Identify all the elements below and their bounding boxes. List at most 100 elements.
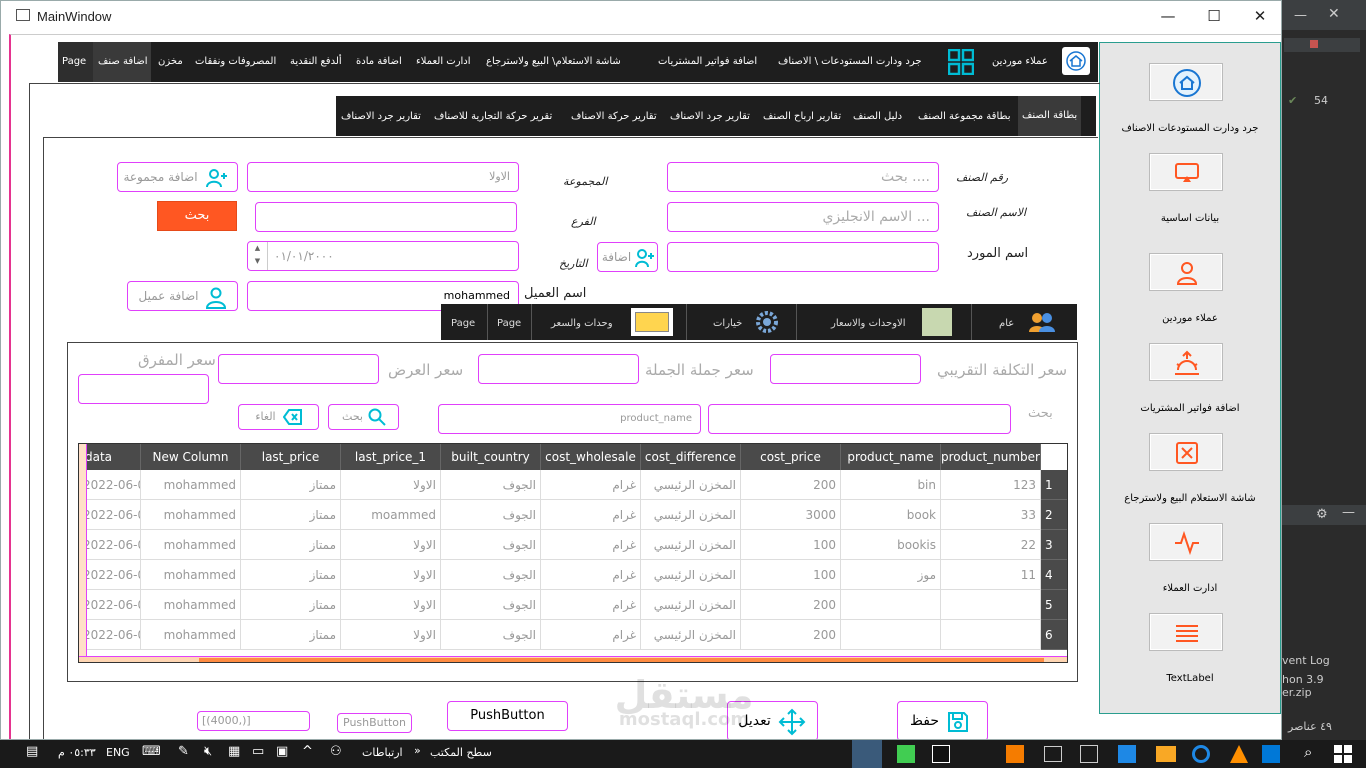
tab-options[interactable]: خيارات — [713, 318, 742, 329]
table-cell[interactable]: 2022-06-09 — [79, 590, 141, 620]
gear-icon[interactable]: ⚙ — [1316, 507, 1328, 522]
subnav-item-guide[interactable]: دليل الصنف — [853, 111, 902, 122]
table-cell[interactable]: 22 — [941, 530, 1041, 560]
ide-minimize-icon[interactable]: — — [1294, 8, 1307, 23]
table-cell[interactable]: 123 — [941, 470, 1041, 500]
table-cell[interactable]: الاولا — [341, 620, 441, 650]
chevron-up-icon[interactable]: ^ — [302, 744, 313, 759]
store-icon[interactable] — [1080, 745, 1098, 763]
wholesale-input[interactable] — [478, 354, 639, 384]
table-cell[interactable]: الجوف — [441, 530, 541, 560]
push-button-2[interactable]: PushButton — [337, 713, 412, 733]
sidebar-item-customers[interactable] — [1149, 523, 1223, 561]
table-cell[interactable]: mohammed — [141, 470, 241, 500]
table-cell[interactable]: 33 — [941, 500, 1041, 530]
subnav-item-inventory-report-2[interactable]: تقارير جرد الاصناف — [341, 111, 421, 122]
row-number[interactable]: 6 — [1041, 620, 1067, 650]
sublime-icon[interactable] — [1006, 745, 1024, 763]
table-cell[interactable]: غرام — [541, 500, 641, 530]
row-number[interactable]: 3 — [1041, 530, 1067, 560]
start-icon[interactable] — [1334, 745, 1352, 763]
people-icon[interactable]: ⚇ — [330, 744, 342, 759]
table-cell[interactable]: الجوف — [441, 470, 541, 500]
sidebar-item-query-sales[interactable] — [1149, 433, 1223, 471]
topnav-item-purchase-invoices[interactable]: اضافة فواتير المشتريات — [658, 56, 757, 67]
vlc-icon[interactable] — [1230, 745, 1248, 763]
table-cell[interactable]: mohammed — [141, 590, 241, 620]
event-log-label[interactable]: vent Log — [1282, 654, 1330, 667]
table-cell[interactable]: ممتاز — [241, 560, 341, 590]
retail-input[interactable] — [78, 374, 209, 404]
table-cell[interactable]: ممتاز — [241, 620, 341, 650]
table-cell[interactable]: ممتاز — [241, 530, 341, 560]
table-cell[interactable]: الاولا — [341, 470, 441, 500]
table-cell[interactable]: mohammed — [141, 560, 241, 590]
sidebar-item-purchases[interactable] — [1149, 343, 1223, 381]
table-cell[interactable]: ممتاز — [241, 500, 341, 530]
table-cell[interactable]: ممتاز — [241, 590, 341, 620]
horizontal-scrollbar[interactable] — [79, 656, 1067, 662]
column-header[interactable]: cost_wholesale — [541, 444, 641, 470]
close-button[interactable]: ✕ — [1237, 5, 1281, 27]
network-icon[interactable]: ▦ — [228, 744, 240, 759]
maximize-button[interactable]: ☐ — [1191, 5, 1237, 27]
table-row[interactable]: 123 bin 200 المخزن الرئيسي غرام الجوف الاولا مم… — [79, 470, 1067, 500]
approx-cost-input[interactable] — [770, 354, 921, 384]
table-cell[interactable]: 200 — [741, 470, 841, 500]
add-customer-button[interactable]: اضافة عميل — [127, 281, 238, 311]
item-name-input[interactable]: الاسم الانجليزي ... — [667, 202, 939, 232]
column-header[interactable]: data — [79, 444, 141, 470]
tab-units-and-price[interactable]: وحدات والسعر — [551, 318, 613, 329]
sidebar-item-inventory[interactable] — [1149, 63, 1223, 101]
table-cell[interactable]: المخزن الرئيسي — [641, 530, 741, 560]
topnav-item-query-sales[interactable]: شاشة الاستعلام\ البيع ولاسترجاع — [486, 56, 621, 67]
column-header[interactable]: last_price — [241, 444, 341, 470]
table-row[interactable]: 200 المخزن الرئيسي غرام الجوف الاولا ممتاز moh… — [79, 590, 1067, 620]
add-group-button[interactable]: اضافة مجموعة — [117, 162, 238, 192]
pen-icon[interactable]: ✎ — [178, 744, 189, 759]
column-header[interactable]: cost_price — [741, 444, 841, 470]
table-cell[interactable]: غرام — [541, 590, 641, 620]
minimize-button[interactable]: — — [1145, 5, 1191, 27]
topnav-item-clients-suppliers[interactable]: عملاء موردين — [992, 56, 1048, 67]
notification-icon[interactable]: ▤ — [26, 744, 38, 759]
add-button[interactable]: اضافة — [597, 242, 658, 272]
sidebar-item-textlabel[interactable] — [1149, 613, 1223, 651]
topnav-item-add-material[interactable]: اضافة مادة — [356, 56, 402, 67]
language-indicator[interactable]: ENG — [106, 746, 130, 759]
table-cell[interactable]: الاولا — [341, 560, 441, 590]
tab-page-1[interactable]: Page — [497, 318, 521, 329]
tab-page-2[interactable]: Page — [451, 318, 475, 329]
table-cell[interactable]: 2022-06-09 — [79, 560, 141, 590]
offer-input[interactable] — [218, 354, 379, 384]
security-icon[interactable]: ▣ — [276, 744, 288, 759]
clock[interactable]: ٠٥:٣٣ م — [58, 746, 96, 759]
table-row[interactable]: 33 book 3000 المخزن الرئيسي غرام الجوف moammed… — [79, 500, 1067, 530]
table-cell[interactable]: bin — [841, 470, 941, 500]
branch-input[interactable] — [255, 202, 517, 232]
table-cell[interactable]: 200 — [741, 620, 841, 650]
table-cell[interactable]: book — [841, 500, 941, 530]
table-cell[interactable]: المخزن الرئيسي — [641, 620, 741, 650]
table-cell[interactable]: المخزن الرئيسي — [641, 590, 741, 620]
table-cell[interactable]: غرام — [541, 530, 641, 560]
pycharm-icon[interactable] — [932, 745, 950, 763]
table-cell[interactable]: الاولا — [341, 530, 441, 560]
title-bar[interactable]: MainWindow — ☐ ✕ — [1, 1, 1281, 32]
tab-units-prices[interactable]: الاوحدات والاسعار — [831, 318, 906, 329]
subnav-item-group-card[interactable]: بطاقة مجموعة الصنف — [918, 111, 1011, 122]
table-row[interactable]: 22 bookis 100 المخزن الرئيسي غرام الجوف الاولا… — [79, 530, 1067, 560]
links-toolbar[interactable]: ارتباطات — [362, 746, 403, 759]
edge-icon[interactable] — [1192, 745, 1210, 763]
topnav-item-inventory[interactable]: جرد ودارت المستودعات \ الاصناف — [778, 56, 922, 67]
topnav-item-expenses[interactable]: المصروفات ونفقات — [195, 56, 276, 67]
vertical-scrollbar[interactable] — [79, 444, 87, 656]
table-cell[interactable] — [841, 590, 941, 620]
subnav-item-movement-report[interactable]: تقارير حركة الاصناف — [571, 111, 657, 122]
item-number-input[interactable]: بحث .... — [667, 162, 939, 192]
table-row[interactable]: 11 موز 100 المخزن الرئيسي غرام الجوف الاولا ممت… — [79, 560, 1067, 590]
table-cell[interactable]: موز — [841, 560, 941, 590]
table-cell[interactable] — [941, 620, 1041, 650]
file-explorer-icon[interactable] — [1156, 746, 1176, 762]
search-icon[interactable]: ⌕ — [1304, 743, 1312, 761]
